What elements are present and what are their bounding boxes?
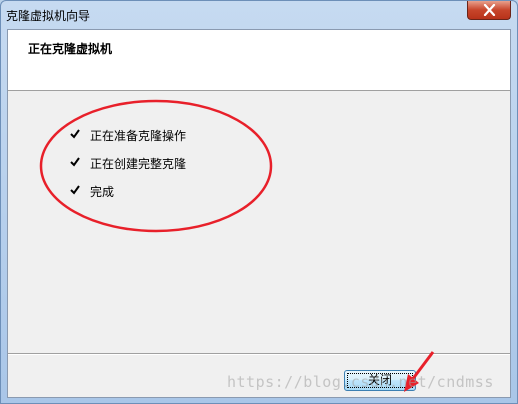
header-panel: 正在克隆虚拟机 <box>8 30 510 91</box>
watermark-text: https://blog.csdn.net/cndmss <box>227 373 494 391</box>
title-bar[interactable]: 克隆虚拟机向导 <box>1 1 517 27</box>
page-title: 正在克隆虚拟机 <box>28 42 113 56</box>
wizard-client-area: 正在克隆虚拟机 正在准备克隆操作 正在创建完整克隆 完成 关闭 <box>7 29 511 398</box>
wizard-window: 克隆虚拟机向导 正在克隆虚拟机 正在准备克隆操作 正在创建完整克隆 完成 关闭 … <box>0 0 518 404</box>
window-title: 克隆虚拟机向导 <box>6 9 91 23</box>
close-icon <box>483 4 496 16</box>
window-close-button[interactable] <box>467 1 511 20</box>
annotation-ellipse <box>39 99 273 233</box>
